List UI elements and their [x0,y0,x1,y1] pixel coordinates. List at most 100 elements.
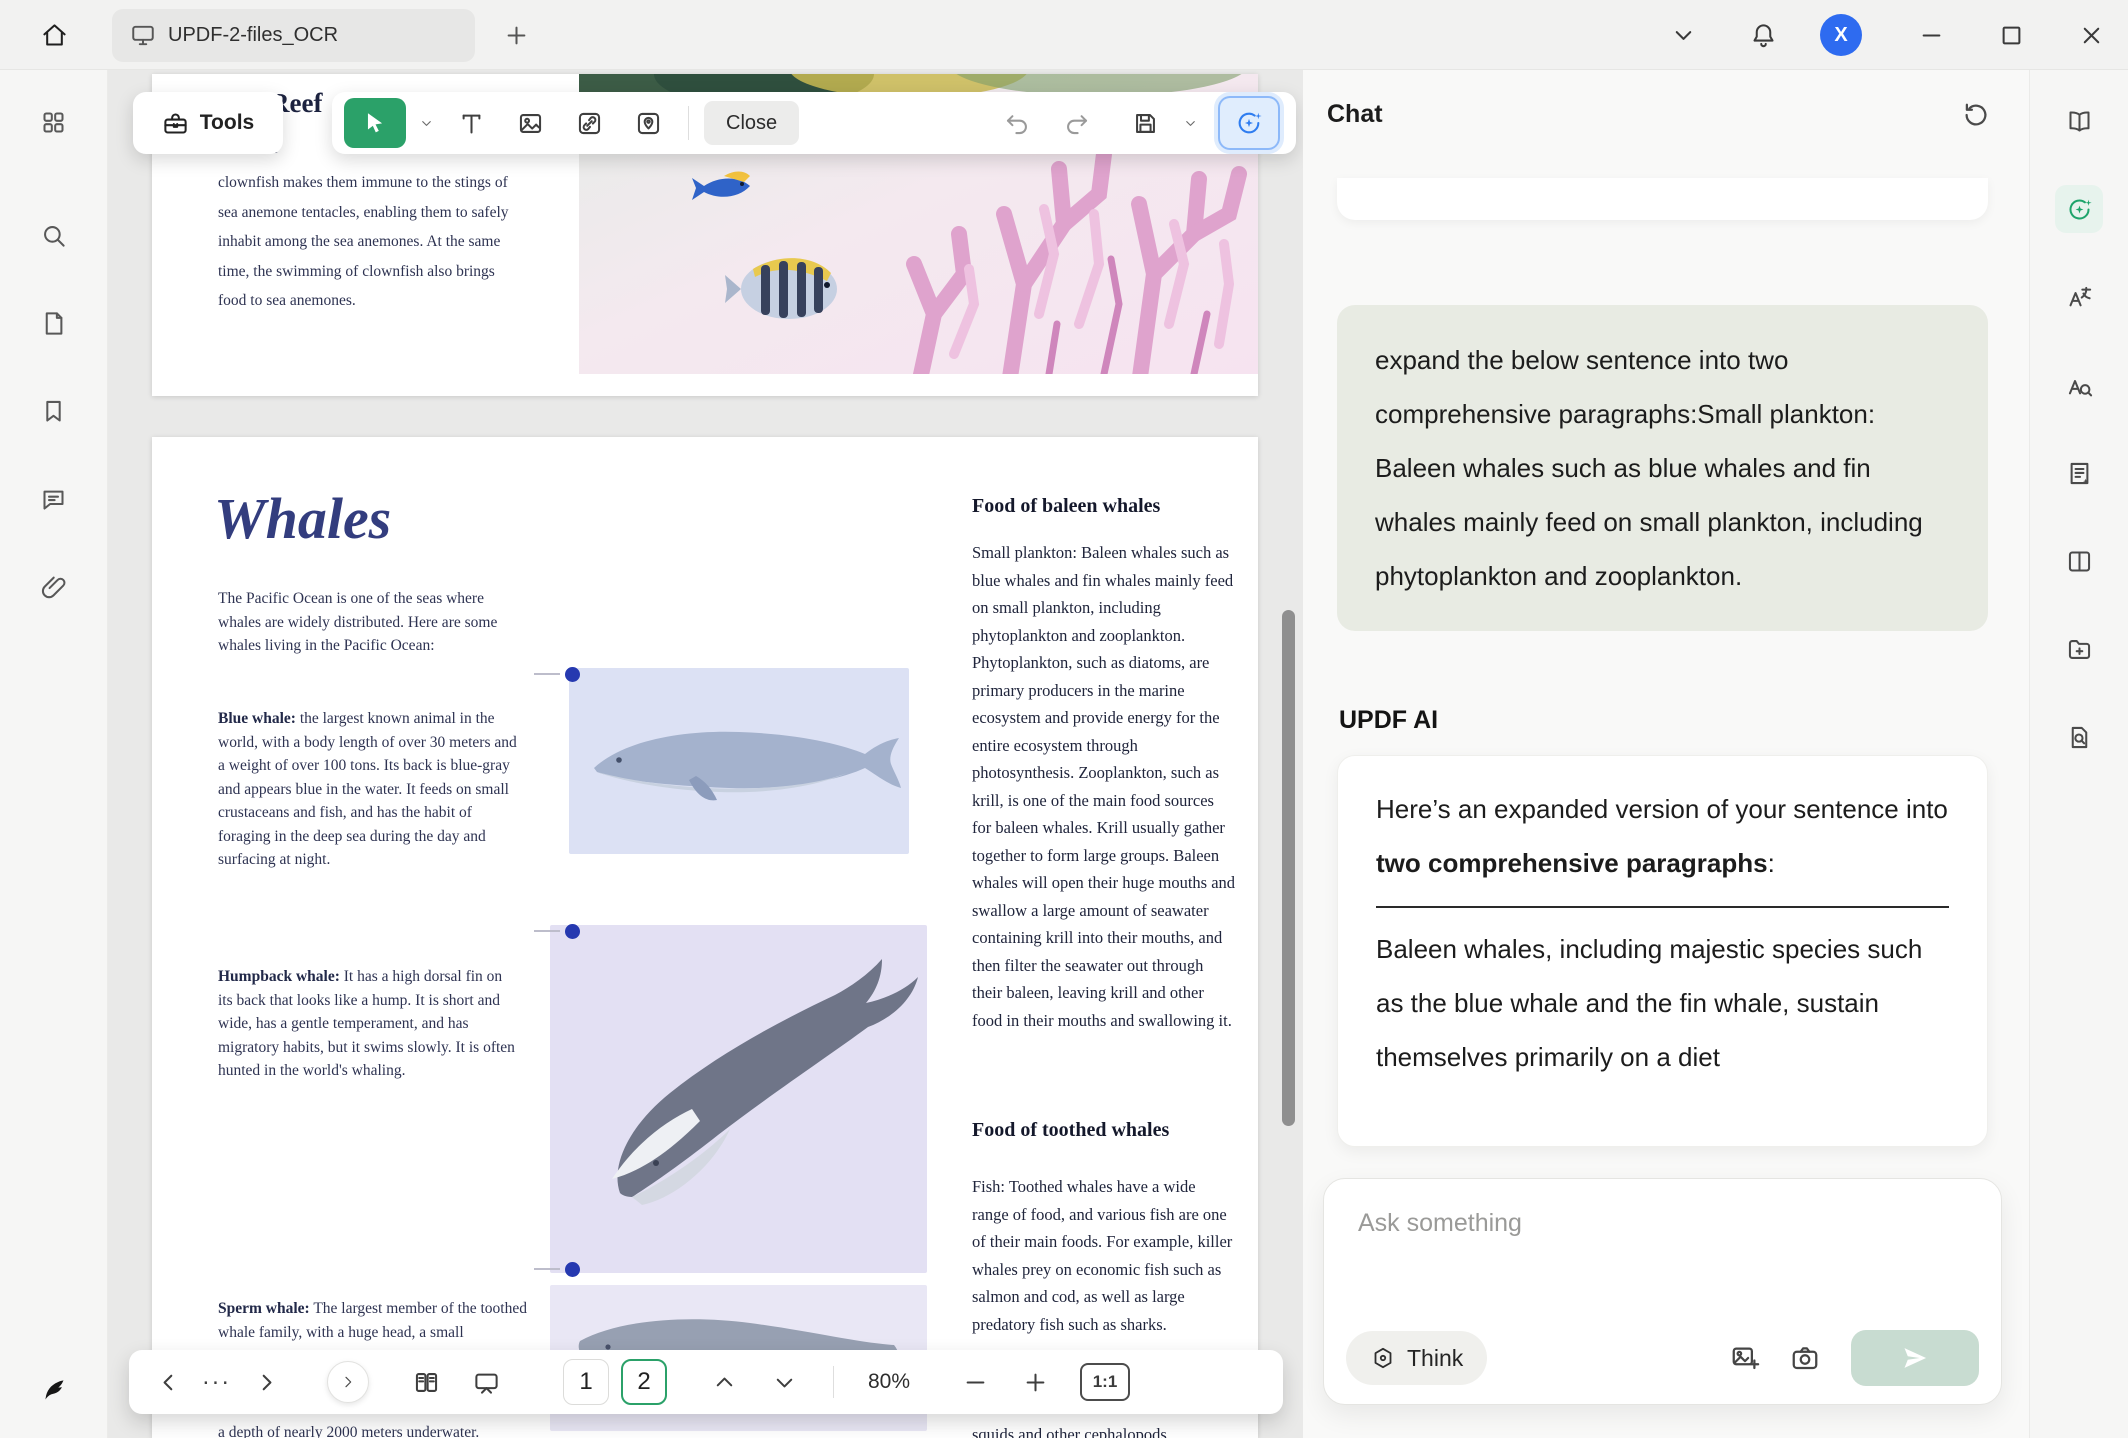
whales-intro: The Pacific Ocean is one of the seas whe… [218,587,518,658]
humpback-whale-paragraph: Humpback whale: It has a high dorsal fin… [218,965,518,1083]
document-viewer[interactable]: Reef ecial muc clownfish makes them immu… [108,70,1303,1438]
translate-button[interactable] [2055,273,2103,321]
image-tool-button[interactable] [505,100,555,146]
attachments-button[interactable] [30,563,78,611]
text-tool-button[interactable] [446,100,496,146]
redo-button[interactable] [1051,100,1101,146]
right-sidebar [2029,70,2128,1438]
zoom-in-button[interactable] [1012,1359,1058,1405]
link-tool-button[interactable] [564,100,614,146]
left-column-bottom-fragment: a depth of nearly 2000 meters underwater… [218,1421,518,1438]
screenshot-button[interactable] [1779,1334,1831,1382]
think-mode-button[interactable]: Think [1346,1331,1487,1385]
select-tool-dropdown[interactable] [415,101,437,145]
explain-text-button[interactable] [2055,361,2103,409]
bookmarks-button[interactable] [30,387,78,435]
pdf-page-2[interactable]: Whales The Pacific Ocean is one of the s… [152,437,1258,1438]
save-dropdown[interactable] [1179,101,1201,145]
side-by-side-view-button[interactable] [2055,537,2103,585]
toolbar-divider [688,106,689,140]
toolbox-icon [162,109,190,137]
ai-message-bubble: Here’s an expanded version of your sente… [1337,755,1988,1147]
scroll-down-button[interactable] [761,1359,807,1405]
new-tab-button[interactable] [494,13,538,57]
next-page-button[interactable] [243,1359,289,1405]
handle-line [534,673,560,675]
ai-message-intro: Here’s an expanded version of your sente… [1376,782,1949,890]
handle-line [534,1268,560,1270]
blue-whale-paragraph: Blue whale: the largest known animal in … [218,707,518,872]
zoom-out-button[interactable] [952,1359,998,1405]
summarize-button[interactable] [2055,449,2103,497]
page1-paragraph: clownfish makes them immune to the sting… [218,168,510,316]
titlebar: UPDF-2-files_OCR X [0,0,2128,70]
reader-mode-button[interactable] [2055,97,2103,145]
page-button-1[interactable]: 1 [563,1359,609,1405]
home-button[interactable] [30,13,78,57]
tab-title: UPDF-2-files_OCR [168,24,338,47]
updf-app-window: UPDF-2-files_OCR X [0,0,2128,1438]
sperm-whale-paragraph: Sperm whale: The largest member of the t… [218,1297,550,1344]
undo-button[interactable] [992,100,1042,146]
actual-size-button[interactable]: 1:1 [1080,1363,1130,1401]
blue-whale-image[interactable] [569,668,909,854]
document-scrollbar[interactable] [1282,610,1295,1126]
handle-line [534,930,560,932]
left-sidebar [0,70,108,1438]
chat-panel-title: Chat [1327,100,1383,129]
notifications-bell-button[interactable] [1740,13,1786,57]
collapse-chevron-button[interactable] [1660,13,1706,57]
right-column-bottom-fragment: squids and other cephalopods [972,1421,1236,1438]
prev-page-button[interactable] [145,1359,191,1405]
chat-history-button[interactable] [1953,92,1999,138]
humpback-whale-image[interactable] [550,925,927,1273]
send-message-button[interactable] [1851,1330,1979,1386]
maximize-button[interactable] [1988,13,2034,57]
minimize-button[interactable] [1908,13,1954,57]
ai-chat-panel: Chat expand the below sentence into two … [1303,70,2029,1438]
ai-message-body: Baleen whales, including majestic specie… [1376,922,1949,1084]
search-document-button[interactable] [2055,713,2103,761]
page-navigation-toolbar: ... 1 2 80% [129,1350,1283,1414]
tools-button[interactable]: Tools [133,92,283,154]
user-avatar[interactable]: X [1820,14,1862,56]
ai-message-divider [1376,906,1949,908]
toolbar-divider [833,1366,834,1398]
ai-assistant-tab-active[interactable] [2055,185,2103,233]
updf-logo [30,1366,78,1414]
expand-toolbar-button[interactable] [327,1361,369,1403]
baleen-heading: Food of baleen whales [972,493,1236,521]
page-mark-tool-button[interactable] [623,100,673,146]
pages-panel-button[interactable] [30,299,78,347]
whales-title: Whales [214,485,391,552]
image-handle-dot[interactable] [565,667,580,682]
monitor-icon [130,23,156,49]
chat-input[interactable] [1340,1193,1980,1253]
user-message-bubble: expand the below sentence into two compr… [1337,305,1988,631]
toothed-heading: Food of toothed whales [972,1117,1236,1145]
thumbnails-grid-button[interactable] [30,98,78,146]
page-button-2-active[interactable]: 2 [621,1359,667,1405]
image-handle-dot[interactable] [565,1262,580,1277]
think-icon [1370,1345,1396,1371]
insert-image-button[interactable] [1719,1334,1771,1382]
previous-message-bubble-partial [1337,178,1988,220]
close-window-button[interactable] [2068,13,2114,57]
two-page-view-button[interactable] [403,1359,449,1405]
ai-sender-name: UPDF AI [1339,706,1438,735]
save-button[interactable] [1120,100,1170,146]
scroll-up-button[interactable] [701,1359,747,1405]
select-tool-button[interactable] [344,98,406,148]
close-edit-button[interactable]: Close [704,101,799,145]
search-button[interactable] [30,211,78,259]
edit-toolbar: Close [332,92,1296,154]
presentation-mode-button[interactable] [463,1359,509,1405]
annotations-button[interactable] [30,475,78,523]
ai-assistant-toolbar-button[interactable] [1220,98,1278,148]
page-ellipsis[interactable]: ... [191,1363,243,1401]
document-tab[interactable]: UPDF-2-files_OCR [112,9,475,62]
file-workspace-button[interactable] [2055,625,2103,673]
chat-input-card[interactable]: Think [1323,1178,2002,1405]
zoom-level-value[interactable]: 80% [860,1370,918,1394]
image-handle-dot[interactable] [565,924,580,939]
